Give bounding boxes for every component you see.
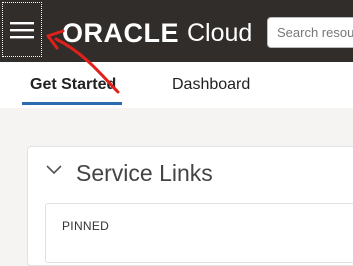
top-navigation-bar: ORACLE Cloud Search resources	[0, 0, 353, 62]
logo-brand: ORACLE	[62, 17, 179, 48]
tab-get-started[interactable]: Get Started	[30, 76, 116, 94]
oracle-cloud-logo[interactable]: ORACLE Cloud	[62, 16, 252, 50]
pinned-label: PINNED	[62, 219, 110, 233]
active-tab-indicator	[22, 102, 122, 105]
service-links-title: Service Links	[76, 160, 213, 186]
tab-bar: Get Started Dashboard	[0, 62, 353, 109]
search-input[interactable]: Search resources	[267, 17, 353, 48]
hamburger-menu-button[interactable]	[2, 2, 42, 57]
tab-dashboard[interactable]: Dashboard	[172, 76, 250, 94]
chevron-down-icon[interactable]	[46, 165, 62, 175]
logo-product: Cloud	[187, 18, 253, 47]
pinned-section	[45, 203, 353, 263]
hamburger-menu-icon	[10, 21, 34, 38]
